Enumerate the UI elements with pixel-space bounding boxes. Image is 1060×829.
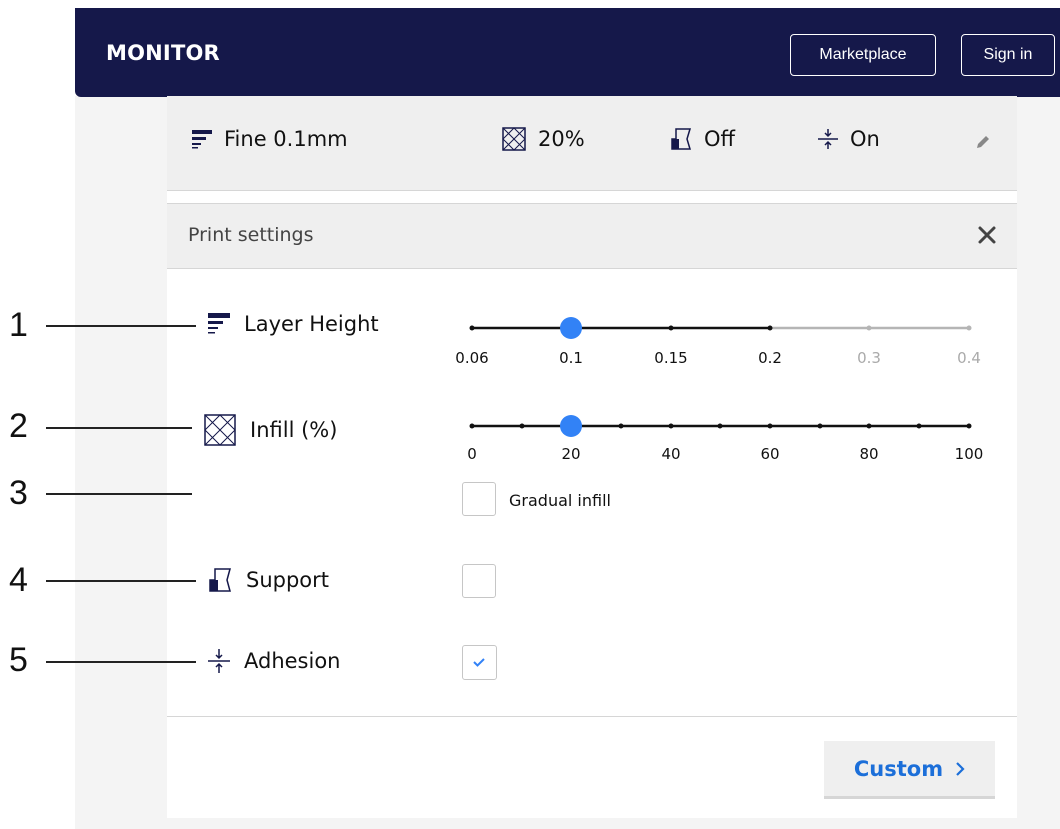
infill-icon	[502, 127, 526, 151]
adhesion-checkbox[interactable]	[462, 645, 497, 680]
support-row-label: Support	[208, 567, 329, 593]
adhesion-row-label: Adhesion	[208, 648, 341, 674]
callout-number: 5	[9, 641, 28, 679]
support-label: Support	[246, 568, 330, 592]
layer-height-row-label: Layer Height	[208, 312, 379, 336]
layer-height-label: Layer Height	[244, 312, 379, 336]
callout-line	[46, 493, 192, 495]
layer-height-slider[interactable]	[462, 313, 982, 343]
print-summary-bar[interactable]: Fine 0.1mm 20% Off On	[167, 96, 1017, 191]
app-title: MONITOR	[106, 41, 220, 65]
callout-line	[46, 580, 196, 582]
summary-support: Off	[670, 127, 735, 151]
adhesion-icon	[208, 649, 230, 673]
checkmark-icon	[473, 658, 485, 667]
print-settings-panel: Fine 0.1mm 20% Off On Print settings Lay…	[167, 96, 1017, 818]
custom-button[interactable]: Custom	[824, 741, 995, 799]
close-icon[interactable]	[973, 221, 1001, 249]
callout-number: 3	[9, 474, 28, 512]
lh-tick: 0.06	[455, 349, 489, 367]
infill-tick: 60	[760, 445, 780, 463]
summary-layer: Fine 0.1mm	[192, 127, 348, 151]
layer-height-icon	[208, 313, 230, 334]
callout-line	[46, 325, 196, 327]
sign-in-button[interactable]: Sign in	[961, 34, 1055, 76]
summary-layer-text: Fine 0.1mm	[224, 127, 348, 151]
layer-height-icon	[192, 130, 212, 149]
callout-number: 4	[9, 561, 28, 599]
infill-tick: 20	[561, 445, 581, 463]
adhesion-icon	[818, 129, 838, 149]
summary-adhesion-text: On	[850, 127, 880, 151]
infill-slider[interactable]	[462, 411, 982, 441]
gradual-infill-label: Gradual infill	[509, 491, 611, 510]
infill-tick: 80	[859, 445, 879, 463]
adhesion-label: Adhesion	[244, 649, 341, 673]
lh-tick-disabled: 0.3	[857, 349, 881, 367]
marketplace-button[interactable]: Marketplace	[790, 34, 936, 76]
custom-button-label: Custom	[853, 756, 944, 781]
infill-tick: 40	[661, 445, 681, 463]
gradual-infill-checkbox[interactable]	[462, 482, 496, 516]
support-icon	[209, 568, 231, 592]
infill-tick: 100	[954, 445, 984, 463]
footer-divider	[167, 716, 1017, 717]
support-icon	[671, 128, 692, 150]
lh-tick: 0.2	[758, 349, 782, 367]
chevron-right-icon	[956, 761, 965, 776]
summary-adhesion: On	[818, 127, 880, 151]
summary-infill-text: 20%	[538, 127, 585, 151]
lh-tick: 0.1	[559, 349, 583, 367]
callout-line	[46, 661, 196, 663]
layer-height-handle[interactable]	[560, 317, 582, 339]
top-header: MONITOR Marketplace Sign in	[75, 8, 1060, 97]
callout-line	[46, 427, 192, 429]
infill-icon	[204, 414, 236, 446]
pencil-icon[interactable]	[975, 134, 991, 150]
lh-tick: 0.15	[654, 349, 688, 367]
callout-number: 1	[9, 306, 28, 344]
callout-number: 2	[9, 407, 28, 445]
summary-infill: 20%	[502, 127, 585, 151]
infill-row-label: Infill (%)	[204, 414, 337, 446]
infill-handle[interactable]	[560, 415, 582, 437]
infill-label: Infill (%)	[250, 418, 338, 442]
support-checkbox[interactable]	[462, 564, 496, 598]
print-settings-title: Print settings	[188, 224, 314, 246]
summary-support-text: Off	[704, 127, 735, 151]
infill-tick: 0	[467, 445, 477, 463]
lh-tick-disabled: 0.4	[957, 349, 981, 367]
app-window: MONITOR Marketplace Sign in Fine 0.1mm 2…	[0, 0, 1060, 829]
print-settings-header: Print settings	[167, 203, 1017, 269]
